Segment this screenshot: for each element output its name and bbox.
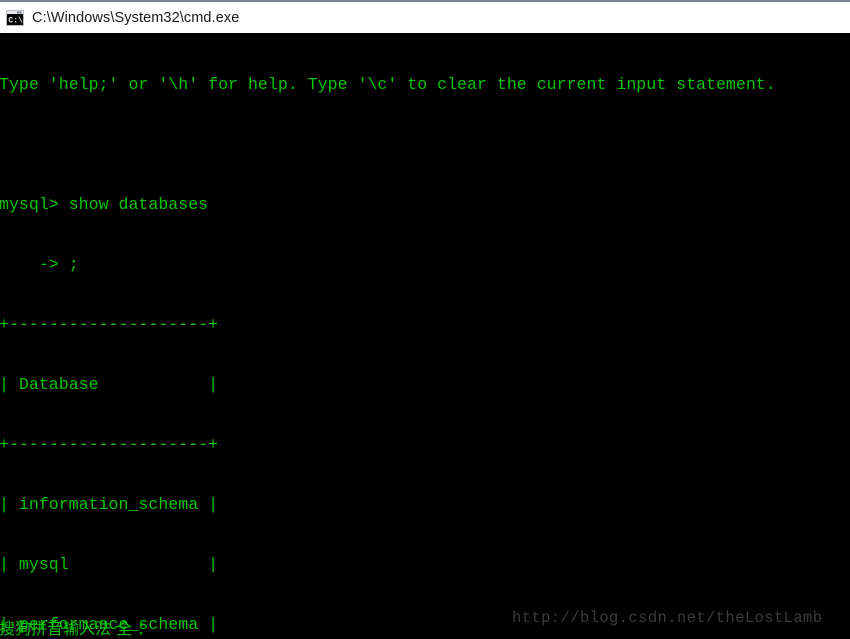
ime-status-bar: 搜狗拼音输入法 全 ： [0, 619, 154, 638]
terminal-line: | Database | [0, 375, 219, 394]
terminal-line: mysql> show databases [0, 195, 209, 214]
svg-text:C:\: C:\ [8, 16, 23, 25]
window-titlebar[interactable]: C:\ C:\Windows\System32\cmd.exe [0, 0, 850, 33]
terminal-line: +--------------------+ [0, 315, 219, 334]
cmd-window: C:\ C:\Windows\System32\cmd.exe Type 'he… [0, 0, 850, 639]
terminal-screen: Type 'help;' or '\h' for help. Type '\c'… [0, 35, 776, 639]
terminal-line: -> ; [0, 255, 79, 274]
cmd-console-icon: C:\ [6, 9, 24, 26]
console-output-area[interactable]: Type 'help;' or '\h' for help. Type '\c'… [0, 33, 850, 639]
terminal-line: | mysql | [0, 555, 219, 574]
terminal-line: | information_schema | [0, 495, 219, 514]
window-title-text: C:\Windows\System32\cmd.exe [32, 9, 240, 26]
terminal-line: Type 'help;' or '\h' for help. Type '\c'… [0, 75, 776, 94]
terminal-line: +--------------------+ [0, 435, 219, 454]
blog-watermark: http://blog.csdn.net/theLostLamb [512, 609, 823, 627]
